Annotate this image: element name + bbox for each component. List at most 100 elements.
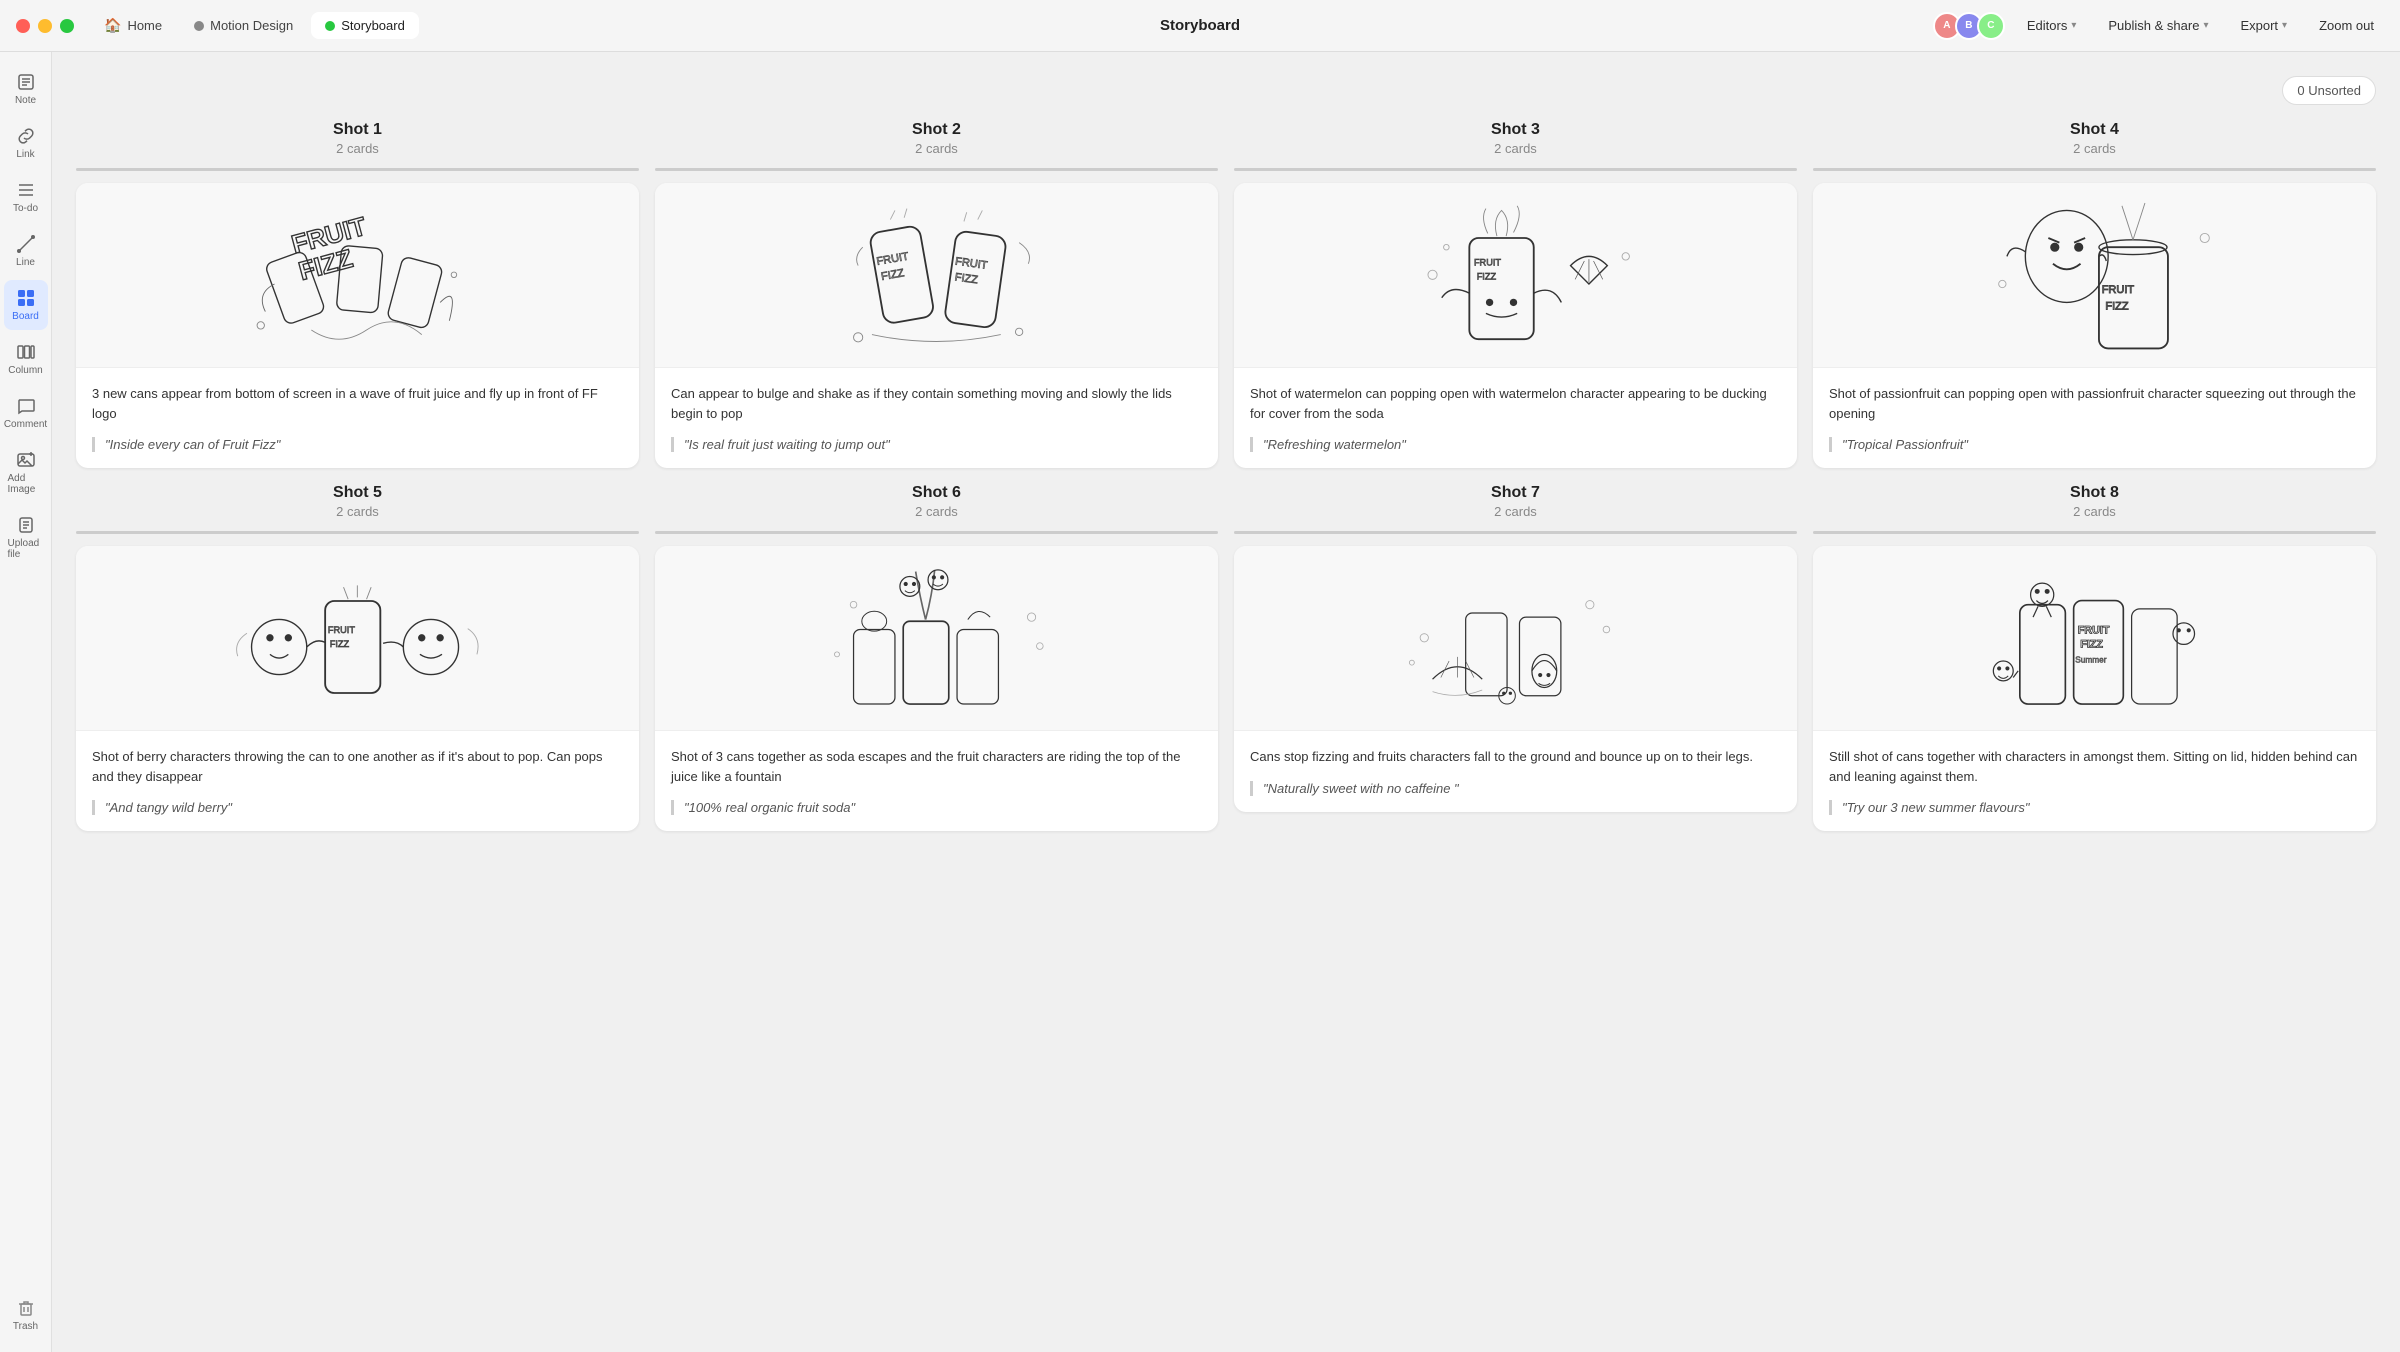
editors-avatars: A B C <box>1933 12 2005 40</box>
line-draw-icon <box>16 234 36 254</box>
sketch-1: FRUIT FIZZ <box>104 192 611 358</box>
content-area: 0 Unsorted Shot 1 2 cards FRUIT FIZZ <box>52 52 2400 1352</box>
svg-text:FIZZ: FIZZ <box>1477 272 1497 282</box>
add-image-icon <box>16 450 36 470</box>
card-image-4: FRUIT FIZZ <box>1813 183 2376 368</box>
shot-7-title: Shot 7 <box>1234 484 1797 502</box>
card-body-3: Shot of watermelon can popping open with… <box>1234 368 1797 468</box>
tab-storyboard[interactable]: Storyboard <box>311 12 419 39</box>
card-image-8: FRUIT FIZZ Summer <box>1813 546 2376 731</box>
card-quote-5: "And tangy wild berry" <box>92 800 623 815</box>
shot-divider-2 <box>655 168 1218 171</box>
svg-text:FRUIT: FRUIT <box>876 251 910 268</box>
card-quote-3: "Refreshing watermelon" <box>1250 437 1781 452</box>
sidebar-item-note[interactable]: Note <box>4 64 48 114</box>
svg-text:FIZZ: FIZZ <box>330 639 350 649</box>
shot-3-count: 2 cards <box>1234 141 1797 156</box>
card-desc-8: Still shot of cans together with charact… <box>1829 747 2360 786</box>
export-button[interactable]: Export ▾ <box>2230 13 2297 38</box>
tab-home[interactable]: 🏠 Home <box>90 11 176 40</box>
card-quote-1: "Inside every can of Fruit Fizz" <box>92 437 623 452</box>
shot-column-1: Shot 1 2 cards FRUIT FIZZ <box>76 121 639 468</box>
shot-6-count: 2 cards <box>655 504 1218 519</box>
card-body-2: Can appear to bulge and shake as if they… <box>655 368 1218 468</box>
zoom-out-button[interactable]: Zoom out <box>2309 13 2384 38</box>
top-bar: 0 Unsorted <box>76 76 2376 105</box>
card-desc-1: 3 new cans appear from bottom of screen … <box>92 384 623 423</box>
sidebar-item-todo[interactable]: To-do <box>4 172 48 222</box>
shot-header-6: Shot 6 2 cards <box>655 484 1218 519</box>
card-body-4: Shot of passionfruit can popping open wi… <box>1813 368 2376 468</box>
publish-share-button[interactable]: Publish & share ▾ <box>2098 13 2218 38</box>
maximize-button[interactable] <box>60 19 74 33</box>
sidebar-item-board[interactable]: Board <box>4 280 48 330</box>
card-desc-6: Shot of 3 cans together as soda escapes … <box>671 747 1202 786</box>
comment-icon <box>16 396 36 416</box>
card-shot-1[interactable]: FRUIT FIZZ <box>76 183 639 468</box>
minimize-button[interactable] <box>38 19 52 33</box>
shot-column-6: Shot 6 2 cards <box>655 484 1218 831</box>
card-body-5: Shot of berry characters throwing the ca… <box>76 731 639 831</box>
shot-header-4: Shot 4 2 cards <box>1813 121 2376 156</box>
sketch-4: FRUIT FIZZ <box>1841 192 2348 358</box>
shot-divider-8 <box>1813 531 2376 534</box>
sidebar-item-line[interactable]: Line <box>4 226 48 276</box>
card-body-6: Shot of 3 cans together as soda escapes … <box>655 731 1218 831</box>
sidebar-item-upload[interactable]: Upload file <box>4 507 48 568</box>
card-quote-6: "100% real organic fruit soda" <box>671 800 1202 815</box>
tab-motion-design[interactable]: Motion Design <box>180 12 307 39</box>
shot-divider-5 <box>76 531 639 534</box>
board-icon <box>16 288 36 308</box>
card-body-8: Still shot of cans together with charact… <box>1813 731 2376 831</box>
card-shot-7[interactable]: Cans stop fizzing and fruits characters … <box>1234 546 1797 812</box>
todo-icon <box>16 180 36 200</box>
sidebar-item-column[interactable]: Column <box>4 334 48 384</box>
card-shot-3[interactable]: FRUIT FIZZ <box>1234 183 1797 468</box>
shots-grid: Shot 1 2 cards FRUIT FIZZ <box>76 121 2376 831</box>
shot-column-8: Shot 8 2 cards FRUIT FIZZ <box>1813 484 2376 831</box>
shot-header-1: Shot 1 2 cards <box>76 121 639 156</box>
tab-home-label: Home <box>127 18 162 33</box>
svg-text:FIZZ: FIZZ <box>880 267 905 283</box>
card-shot-6[interactable]: Shot of 3 cans together as soda escapes … <box>655 546 1218 831</box>
card-shot-5[interactable]: FRUIT FIZZ <box>76 546 639 831</box>
shot-1-count: 2 cards <box>76 141 639 156</box>
svg-text:FRUIT: FRUIT <box>2102 284 2135 296</box>
shot-column-3: Shot 3 2 cards FRUIT FIZZ <box>1234 121 1797 468</box>
sidebar-item-link[interactable]: Link <box>4 118 48 168</box>
trash-icon <box>16 1298 36 1318</box>
sketch-5: FRUIT FIZZ <box>104 555 611 721</box>
editors-button[interactable]: Editors ▾ <box>2017 13 2087 38</box>
tab-dot-active <box>325 21 335 31</box>
shot-7-count: 2 cards <box>1234 504 1797 519</box>
tab-bar: 🏠 Home Motion Design Storyboard <box>90 11 419 40</box>
close-button[interactable] <box>16 19 30 33</box>
card-desc-7: Cans stop fizzing and fruits characters … <box>1250 747 1781 767</box>
sidebar-item-comment[interactable]: Comment <box>4 388 48 438</box>
shot-header-2: Shot 2 2 cards <box>655 121 1218 156</box>
unsorted-button[interactable]: 0 Unsorted <box>2282 76 2376 105</box>
card-image-7 <box>1234 546 1797 731</box>
home-icon: 🏠 <box>104 17 121 34</box>
sketch-6 <box>683 555 1190 721</box>
svg-text:FRUIT: FRUIT <box>1474 258 1501 268</box>
sidebar-item-trash[interactable]: Trash <box>4 1290 48 1340</box>
chevron-down-icon: ▾ <box>2203 20 2208 31</box>
shot-divider-6 <box>655 531 1218 534</box>
card-shot-8[interactable]: FRUIT FIZZ Summer <box>1813 546 2376 831</box>
sidebar-item-add-image[interactable]: Add Image <box>4 442 48 503</box>
link-icon <box>16 126 36 146</box>
shot-4-title: Shot 4 <box>1813 121 2376 139</box>
shot-1-title: Shot 1 <box>76 121 639 139</box>
window-controls <box>16 19 74 33</box>
shot-8-count: 2 cards <box>1813 504 2376 519</box>
card-shot-2[interactable]: FRUIT FIZZ FRUIT FIZZ <box>655 183 1218 468</box>
sketch-2: FRUIT FIZZ FRUIT FIZZ <box>683 192 1190 358</box>
sketch-3: FRUIT FIZZ <box>1262 192 1769 358</box>
card-image-5: FRUIT FIZZ <box>76 546 639 731</box>
card-desc-4: Shot of passionfruit can popping open wi… <box>1829 384 2360 423</box>
card-shot-4[interactable]: FRUIT FIZZ <box>1813 183 2376 468</box>
shot-divider-4 <box>1813 168 2376 171</box>
tab-storyboard-label: Storyboard <box>341 18 405 33</box>
shot-2-count: 2 cards <box>655 141 1218 156</box>
